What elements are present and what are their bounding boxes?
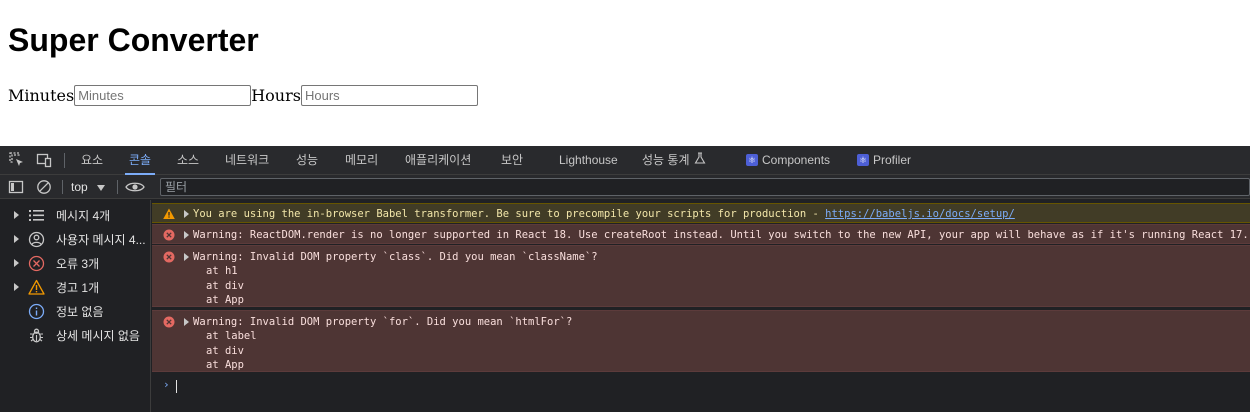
sidebar-item-label: 상세 메시지 없음	[56, 329, 140, 343]
console-message-error[interactable]: Warning: ReactDOM.render is no longer su…	[152, 224, 1250, 244]
tab-label: 콘솔	[129, 153, 152, 167]
expand-arrow-icon[interactable]	[184, 253, 189, 261]
tabbar-separator	[64, 153, 65, 168]
tab-label: 메모리	[345, 153, 379, 167]
error-icon	[28, 255, 45, 272]
message-text: Warning: Invalid DOM property `class`. D…	[193, 251, 598, 263]
react-icon: ⚛	[857, 154, 869, 166]
tab-performance-insights[interactable]: 성능 통계	[642, 146, 706, 174]
page-title: Super Converter	[8, 22, 259, 58]
error-icon	[163, 251, 175, 263]
expand-arrow-icon[interactable]	[14, 211, 19, 219]
tab-performance[interactable]: 성능	[296, 146, 318, 174]
hours-input[interactable]	[300, 84, 478, 106]
sidebar-item-messages[interactable]: 메시지 4개	[0, 203, 151, 227]
devtools-panel: 요소 콘솔 소스 네트워크 성능 메모리 애플리케이션 보안 Lighthous…	[0, 146, 1250, 412]
tab-sources[interactable]: 소스	[177, 146, 199, 174]
react-icon: ⚛	[746, 154, 758, 166]
tab-network[interactable]: 네트워크	[225, 146, 269, 174]
tab-components[interactable]: ⚛ Components	[746, 146, 830, 174]
context-selector[interactable]: top	[71, 178, 105, 196]
error-icon	[163, 229, 175, 241]
tab-security[interactable]: 보안	[501, 146, 523, 174]
tab-lighthouse[interactable]: Lighthouse	[559, 146, 618, 174]
expand-arrow-icon[interactable]	[184, 231, 189, 239]
console-prompt-icon: ›	[163, 378, 170, 391]
message-text: You are using the in-browser Babel trans…	[193, 208, 826, 220]
converter-form: Minutes Hours	[8, 83, 478, 107]
stack-line: at App	[206, 294, 244, 306]
tab-elements[interactable]: 요소	[81, 146, 103, 174]
stack-line: at label	[206, 330, 257, 342]
console-message-error[interactable]: Warning: Invalid DOM property `class`. D…	[152, 245, 1250, 307]
console-toolbar: top 필터	[0, 175, 1250, 199]
sidebar-item-label: 메시지 4개	[56, 209, 111, 223]
stack-line: at div	[206, 279, 244, 292]
sidebar-toggle-icon[interactable]	[8, 179, 24, 195]
console-input-caret[interactable]	[176, 380, 177, 393]
message-text: Warning: Invalid DOM property `for`. Did…	[193, 316, 573, 328]
sidebar-item-verbose[interactable]: 상세 메시지 없음	[0, 323, 151, 347]
tab-label: Profiler	[873, 153, 912, 167]
sidebar-item-warnings[interactable]: 경고 1개	[0, 275, 151, 299]
context-value: top	[71, 180, 88, 194]
sidebar-item-user-messages[interactable]: 사용자 메시지 4...	[0, 227, 151, 251]
devtools-tabbar: 요소 콘솔 소스 네트워크 성능 메모리 애플리케이션 보안 Lighthous…	[0, 146, 1250, 175]
console-message-error[interactable]: Warning: Invalid DOM property `for`. Did…	[152, 310, 1250, 372]
expand-arrow-icon[interactable]	[14, 235, 19, 243]
console-sidebar: 메시지 4개 사용자 메시지 4... 오류 3개 경고 1개 정보 없음 상세…	[0, 200, 151, 412]
sidebar-item-label: 오류 3개	[56, 257, 100, 271]
page-content: Super Converter Minutes Hours	[0, 0, 1250, 146]
expand-arrow-icon[interactable]	[184, 318, 189, 326]
info-icon	[28, 303, 45, 320]
sidebar-item-label: 사용자 메시지 4...	[56, 233, 146, 247]
bug-icon	[28, 327, 45, 344]
console-output: You are using the in-browser Babel trans…	[152, 200, 1250, 412]
stack-line: at div	[206, 344, 244, 357]
toolbar-separator	[62, 180, 63, 194]
warning-icon	[28, 279, 45, 296]
live-expression-eye-icon[interactable]	[125, 179, 145, 195]
experiment-flask-icon	[694, 146, 706, 174]
tab-label: 요소	[81, 153, 104, 167]
tab-application[interactable]: 애플리케이션	[405, 146, 471, 174]
minutes-label: Minutes	[8, 85, 75, 105]
expand-arrow-icon[interactable]	[184, 210, 189, 218]
sidebar-item-errors[interactable]: 오류 3개	[0, 251, 151, 275]
tab-profiler[interactable]: ⚛ Profiler	[857, 146, 911, 174]
tab-label: 애플리케이션	[405, 153, 472, 167]
expand-arrow-icon[interactable]	[14, 283, 19, 291]
hours-label: Hours	[251, 85, 301, 105]
tab-console[interactable]: 콘솔	[124, 146, 156, 175]
tab-label: 네트워크	[225, 153, 270, 167]
tab-label: 소스	[177, 153, 200, 167]
sidebar-item-info[interactable]: 정보 없음	[0, 299, 151, 323]
inspect-element-icon[interactable]	[9, 152, 25, 168]
sidebar-item-label: 정보 없음	[56, 305, 104, 319]
tab-label: 보안	[501, 153, 524, 167]
toolbar-separator	[117, 180, 118, 194]
message-text: Warning: ReactDOM.render is no longer su…	[193, 229, 1249, 241]
sidebar-item-label: 경고 1개	[56, 281, 100, 295]
filter-input[interactable]: 필터	[160, 178, 1250, 196]
list-icon	[28, 207, 45, 224]
warning-icon	[163, 208, 175, 220]
message-link[interactable]: https://babeljs.io/docs/setup/	[825, 208, 1015, 220]
error-icon	[163, 316, 175, 328]
console-message-warning[interactable]: You are using the in-browser Babel trans…	[152, 203, 1250, 223]
minutes-input[interactable]	[74, 84, 252, 106]
tab-label: Components	[762, 153, 831, 167]
tab-label: 성능	[296, 153, 319, 167]
tab-label: Lighthouse	[559, 153, 618, 167]
stack-line: at App	[206, 359, 244, 371]
clear-console-icon[interactable]	[36, 179, 52, 195]
dropdown-arrow-icon	[96, 178, 105, 196]
tab-memory[interactable]: 메모리	[345, 146, 378, 174]
expand-arrow-icon[interactable]	[14, 259, 19, 267]
user-icon	[28, 231, 45, 248]
tab-label: 성능 통계	[642, 153, 690, 167]
stack-line: at h1	[206, 265, 238, 277]
device-toolbar-icon[interactable]	[36, 152, 52, 168]
